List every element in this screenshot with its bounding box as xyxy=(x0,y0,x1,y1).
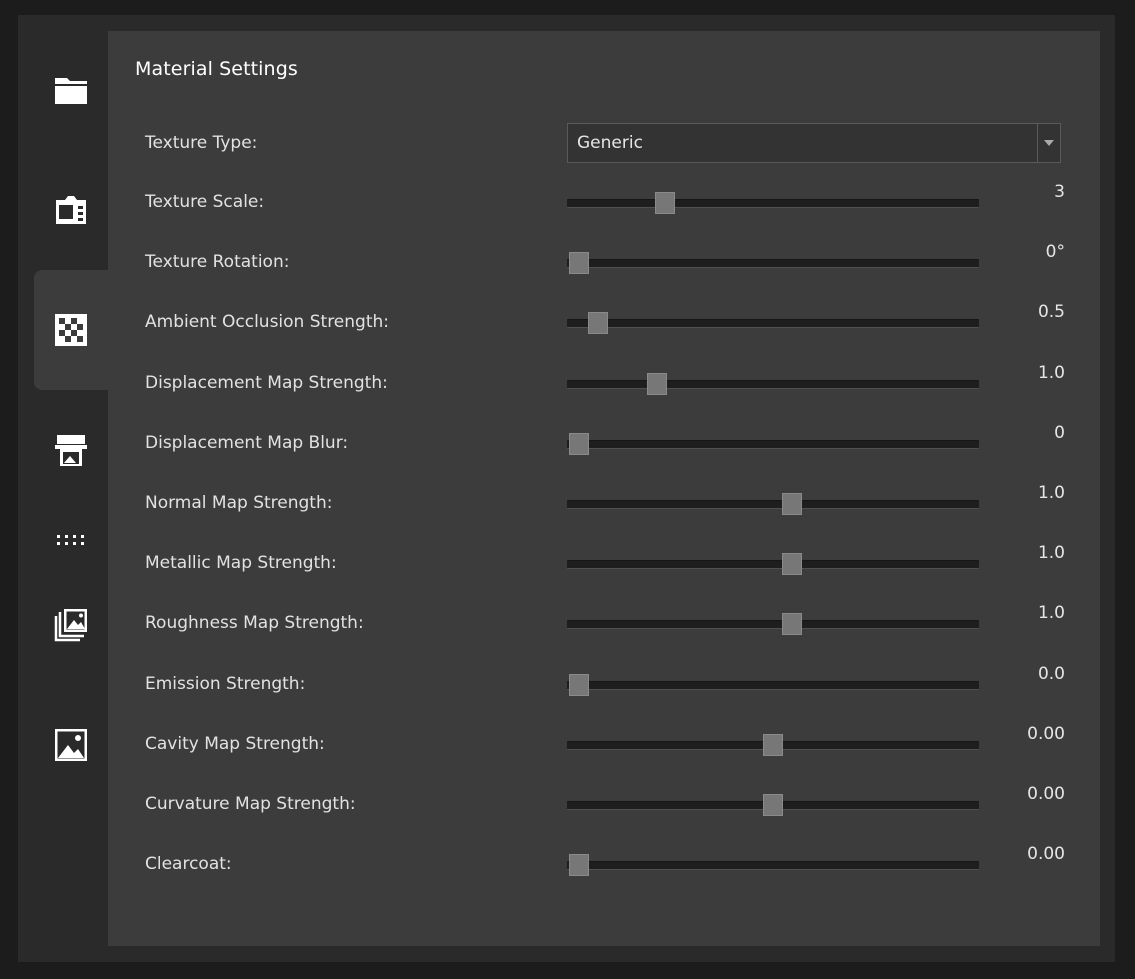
slider-value: 0.00 xyxy=(1027,723,1065,744)
slider-value: 0 xyxy=(1054,422,1065,443)
slider-track[interactable] xyxy=(567,319,979,329)
slider-track[interactable] xyxy=(567,500,979,509)
slider-thumb[interactable] xyxy=(781,613,802,636)
slider[interactable] xyxy=(567,853,979,877)
printer-icon xyxy=(55,435,87,466)
camera-icon xyxy=(56,196,86,224)
slider-thumb[interactable] xyxy=(568,432,589,455)
texture-type-label: Texture Type: xyxy=(145,133,258,153)
slider-label: Clearcoat: xyxy=(145,854,232,875)
slider-label: Cavity Map Strength: xyxy=(145,733,325,754)
slider-thumb[interactable] xyxy=(568,673,589,696)
image-icon xyxy=(55,729,87,761)
slider-thumb[interactable] xyxy=(781,493,802,515)
checkerboard-texture-icon xyxy=(55,314,87,346)
slider-track[interactable] xyxy=(567,560,979,570)
slider-track[interactable] xyxy=(567,680,979,690)
slider-thumb[interactable] xyxy=(763,794,783,816)
slider[interactable] xyxy=(567,612,979,636)
slider[interactable] xyxy=(567,372,979,396)
slider-label: Texture Scale: xyxy=(145,192,265,212)
slider-thumb[interactable] xyxy=(588,312,609,335)
sidebar-item-files[interactable] xyxy=(34,30,108,150)
dots-grid-icon xyxy=(57,535,84,545)
slider-track[interactable] xyxy=(567,861,979,871)
slider-label: Roughness Map Strength: xyxy=(145,613,364,634)
slider[interactable] xyxy=(567,432,979,456)
slider-track[interactable] xyxy=(567,439,979,449)
slider-value: 1.0 xyxy=(1037,603,1065,624)
sidebar-item-material[interactable] xyxy=(34,270,108,390)
material-settings-panel: Material Settings Texture Type: Generic … xyxy=(108,31,1100,946)
slider-value: 3 xyxy=(1054,182,1065,202)
slider-thumb[interactable] xyxy=(654,192,675,214)
panel-title: Material Settings xyxy=(135,58,298,80)
slider[interactable] xyxy=(567,191,979,215)
slider-thumb[interactable] xyxy=(763,733,783,756)
texture-type-value: Generic xyxy=(577,133,643,153)
sidebar-item-gallery[interactable] xyxy=(34,565,108,685)
slider-label: Normal Map Strength: xyxy=(145,493,333,513)
slider-label: Emission Strength: xyxy=(145,673,306,694)
slider[interactable] xyxy=(567,552,979,576)
slider-value: 0.5 xyxy=(1037,302,1065,323)
slider-value: 1.0 xyxy=(1037,362,1065,383)
slider-value: 1.0 xyxy=(1037,483,1065,503)
slider-thumb[interactable] xyxy=(781,553,802,576)
sidebar-item-image[interactable] xyxy=(34,685,108,805)
slider-track[interactable] xyxy=(567,199,979,208)
texture-type-dropdown[interactable]: Generic xyxy=(567,123,1061,163)
slider-value: 0.00 xyxy=(1027,844,1065,865)
slider[interactable] xyxy=(567,793,979,817)
slider-value: 1.0 xyxy=(1037,543,1065,564)
slider[interactable] xyxy=(567,673,979,697)
slider-label: Displacement Map Strength: xyxy=(145,372,388,393)
slider-label: Texture Rotation: xyxy=(145,252,290,273)
slider[interactable] xyxy=(567,311,979,335)
slider-value: 0.00 xyxy=(1027,784,1065,804)
slider-track[interactable] xyxy=(567,259,979,269)
slider-thumb[interactable] xyxy=(568,252,589,275)
image-stack-icon xyxy=(54,609,87,642)
sidebar-item-camera[interactable] xyxy=(34,150,108,270)
slider[interactable] xyxy=(567,492,979,516)
chevron-down-icon[interactable] xyxy=(1037,124,1060,162)
slider[interactable] xyxy=(567,251,979,275)
slider-label: Curvature Map Strength: xyxy=(145,794,356,814)
slider-label: Displacement Map Blur: xyxy=(145,432,349,453)
slider-value: 0.0 xyxy=(1037,663,1065,684)
slider-label: Metallic Map Strength: xyxy=(145,553,337,574)
sidebar xyxy=(18,15,108,962)
slider-track[interactable] xyxy=(567,379,979,389)
slider-value: 0° xyxy=(1045,242,1065,263)
slider-thumb[interactable] xyxy=(646,372,667,395)
slider-track[interactable] xyxy=(567,620,979,630)
slider-label: Ambient Occlusion Strength: xyxy=(145,312,390,333)
slider[interactable] xyxy=(567,733,979,757)
folder-icon xyxy=(55,78,87,104)
slider-thumb[interactable] xyxy=(568,854,589,877)
